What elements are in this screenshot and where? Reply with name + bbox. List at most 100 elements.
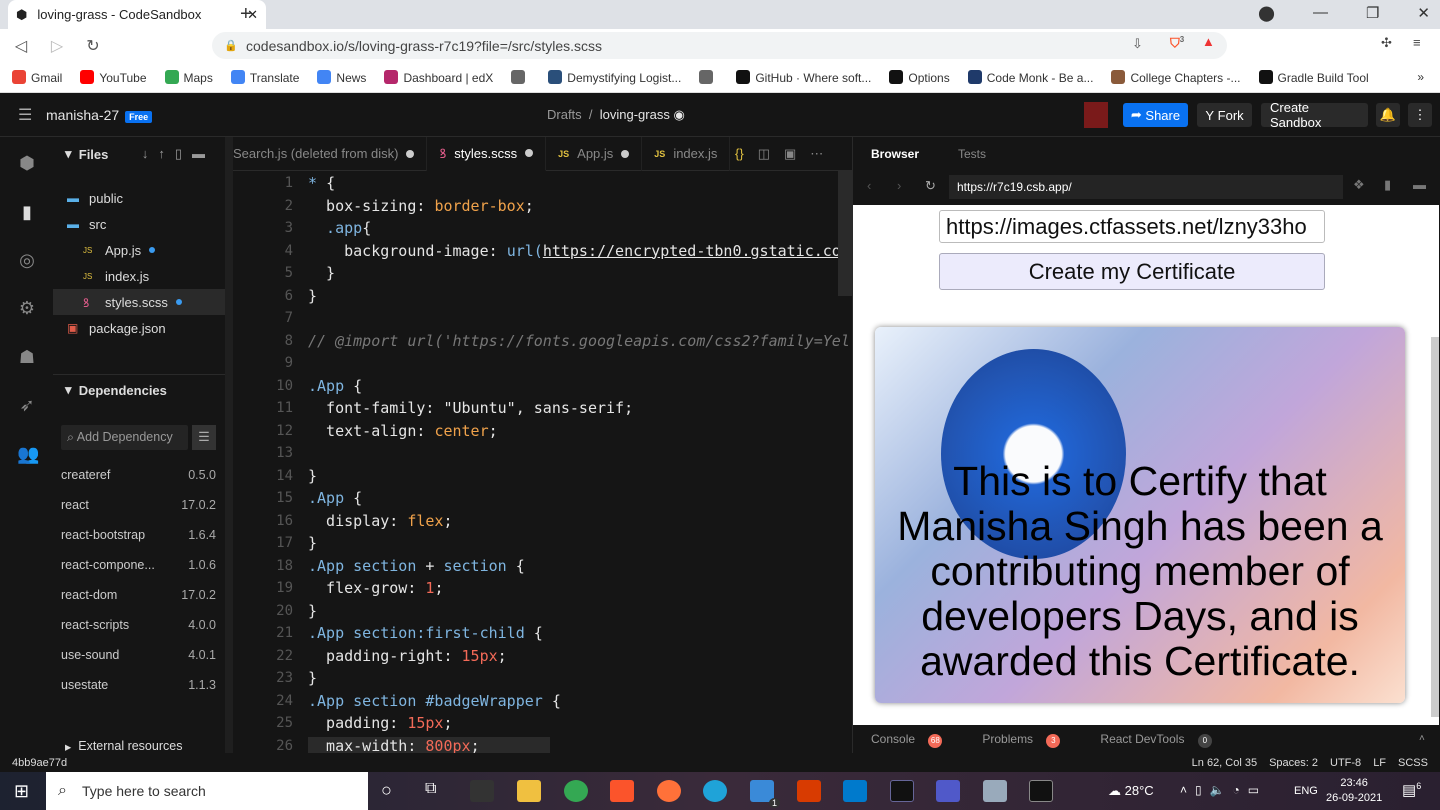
browser-tab[interactable]: ⬢ loving-grass - CodeSandbox ✕	[8, 0, 266, 29]
split-view-icon[interactable]: ◫	[758, 146, 770, 162]
dependency-list-icon[interactable]: ☰	[192, 425, 216, 450]
taskbar-search[interactable]: ⌕ Type here to search	[46, 772, 368, 810]
mail-icon[interactable]: 1	[750, 780, 780, 808]
file-item[interactable]: ꝸ styles.scss	[53, 289, 225, 315]
prettify-icon[interactable]: {}	[735, 146, 744, 162]
bookmark-item[interactable]: Code Monk - Be a...	[967, 69, 1093, 85]
reload-button[interactable]: ↻	[78, 36, 108, 56]
language-indicator[interactable]: ENG	[1294, 785, 1318, 797]
preview-scrollbar[interactable]	[1431, 337, 1439, 717]
open-new-window-icon[interactable]: ▮	[1384, 177, 1391, 193]
profile-icon[interactable]: ⬤	[1258, 4, 1275, 22]
expand-devtools-icon[interactable]: ˄	[1419, 733, 1425, 744]
editor-tab[interactable]: Search.js (deleted from disk)	[233, 136, 428, 171]
brave-icon[interactable]	[610, 780, 634, 802]
preview-url-input[interactable]: https://r7c19.csb.app/	[949, 175, 1343, 199]
bookmark-item[interactable]	[511, 69, 530, 85]
explorer-icon[interactable]: ▮	[17, 202, 37, 222]
cortana-icon[interactable]: ○	[381, 780, 392, 801]
chrome-icon[interactable]	[564, 780, 588, 802]
file-item[interactable]: ▣ package.json	[53, 315, 225, 341]
firefox-icon[interactable]	[657, 780, 681, 802]
back-button[interactable]: ◁	[6, 36, 36, 56]
indentation[interactable]: Spaces: 2	[1269, 757, 1318, 769]
devtools-tab[interactable]: Console 68	[871, 732, 943, 748]
terminal-icon[interactable]	[1029, 780, 1053, 802]
editor-tab[interactable]: ꝸ styles.scss	[427, 136, 547, 171]
menu-icon[interactable]: ☰	[18, 105, 32, 125]
minimize-button[interactable]: —	[1313, 4, 1328, 22]
file-item[interactable]: ▬ src	[53, 211, 225, 237]
file-actions-icons[interactable]: ↓↑▯▬	[142, 146, 215, 162]
maximize-button[interactable]: ❐	[1366, 4, 1379, 22]
tab-browser[interactable]: Browser	[871, 147, 919, 161]
browser-menu-icon[interactable]: ≡	[1413, 35, 1421, 50]
more-options-icon[interactable]: ⋮	[1408, 103, 1432, 127]
devtools-tab[interactable]: React DevTools 0	[1100, 732, 1212, 748]
line-ending[interactable]: LF	[1373, 757, 1386, 769]
preview-refresh-icon[interactable]: ↻	[925, 178, 936, 194]
tab-tests[interactable]: Tests	[958, 147, 986, 161]
windows-start-icon[interactable]: ⊞	[14, 781, 29, 802]
bookmark-item[interactable]: Options	[889, 69, 950, 85]
close-window-button[interactable]: ✕	[1417, 4, 1430, 22]
preview-devtools-icon[interactable]: ❖	[1353, 177, 1365, 193]
encoding[interactable]: UTF-8	[1330, 757, 1361, 769]
weather[interactable]: ☁ 28°C	[1108, 783, 1154, 799]
devtools-tab[interactable]: Problems 3	[982, 732, 1061, 748]
dependency-item[interactable]: usestate 1.1.3	[61, 678, 216, 692]
dependency-item[interactable]: react-compone... 1.0.6	[61, 558, 216, 572]
bookmark-item[interactable]: Demystifying Logist...	[548, 69, 681, 85]
bookmark-item[interactable]: News	[317, 69, 366, 85]
code-editor[interactable]: 1 * {2 box-sizing: border-box; 3 .app{4 ba…	[233, 171, 852, 753]
preview-forward-icon[interactable]: ›	[897, 178, 901, 193]
dependency-item[interactable]: react 17.0.2	[61, 498, 216, 512]
bookmark-item[interactable]: YouTube	[80, 69, 147, 85]
avatar[interactable]	[1084, 102, 1108, 128]
intellij-icon[interactable]	[890, 780, 914, 802]
dependency-item[interactable]: react-dom 17.0.2	[61, 588, 216, 602]
bookmark-item[interactable]: GitHub · Where soft...	[736, 69, 871, 85]
sandbox-name[interactable]: loving-grass	[600, 107, 670, 122]
sidebar-scrollbar[interactable]	[225, 137, 233, 753]
extensions-icon[interactable]: ✣	[1381, 35, 1392, 51]
editor-scrollbar[interactable]	[838, 171, 852, 296]
forward-button[interactable]: ▷	[42, 36, 72, 56]
dependencies-section-header[interactable]: ▾ Dependencies	[53, 377, 225, 403]
preview-icon[interactable]: ▣	[784, 146, 796, 162]
fork-button[interactable]: Y Fork	[1197, 103, 1252, 127]
address-bar[interactable]: 🔒 codesandbox.io/s/loving-grass-r7c19?fi…	[212, 32, 1227, 59]
teams-icon[interactable]	[936, 780, 960, 802]
language-mode[interactable]: SCSS	[1398, 757, 1428, 769]
more-icon[interactable]: ⋯	[810, 146, 823, 162]
vscode-icon[interactable]	[843, 780, 867, 802]
github-icon[interactable]: ☗	[17, 347, 37, 367]
notepad-icon[interactable]	[983, 780, 1007, 802]
bookmark-item[interactable]: Dashboard | edX	[384, 69, 493, 85]
file-item[interactable]: JS App.js	[53, 237, 225, 263]
install-icon[interactable]: ⇩	[1132, 36, 1143, 52]
search-icon[interactable]: ◎	[17, 250, 37, 270]
gear-icon[interactable]: ⚙	[17, 298, 37, 318]
deploy-rocket-icon[interactable]: ➶	[17, 395, 37, 415]
breadcrumb-drafts[interactable]: Drafts	[547, 107, 582, 122]
cursor-position[interactable]: Ln 62, Col 35	[1192, 757, 1257, 769]
brave-shield-icon[interactable]: ⛉3	[1170, 35, 1184, 51]
bookmark-item[interactable]	[699, 69, 718, 85]
new-tab-button[interactable]: +	[240, 3, 252, 26]
brave-rewards-icon[interactable]: ▲	[1202, 34, 1215, 49]
app-icon-predator[interactable]	[470, 780, 494, 802]
notifications-icon[interactable]: ▤6	[1402, 781, 1421, 799]
preview-back-icon[interactable]: ‹	[867, 178, 871, 193]
files-section-header[interactable]: ▾ Files ↓↑▯▬	[53, 141, 225, 167]
editor-tab[interactable]: JS index.js	[642, 136, 731, 171]
image-url-input[interactable]: https://images.ctfassets.net/lzny33ho	[939, 210, 1325, 243]
bookmark-item[interactable]: Gradle Build Tool	[1258, 69, 1369, 85]
task-view-icon[interactable]: ⧉	[425, 780, 436, 798]
notifications-bell-icon[interactable]: 🔔	[1376, 103, 1400, 127]
dependency-item[interactable]: createref 0.5.0	[61, 468, 216, 482]
add-dependency-input[interactable]: ⌕ Add Dependency	[61, 425, 188, 450]
bookmark-item[interactable]: College Chapters -...	[1111, 69, 1241, 85]
file-item[interactable]: JS index.js	[53, 263, 225, 289]
editor-tab[interactable]: JS App.js	[546, 136, 643, 171]
